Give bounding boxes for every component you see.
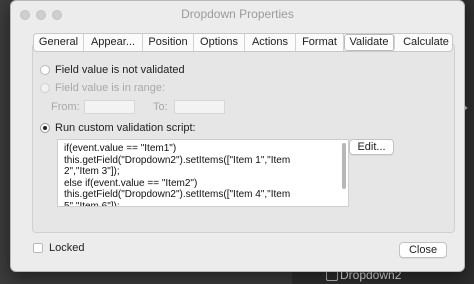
to-label: To: [153,101,168,113]
tab-validate[interactable]: Validate [344,34,395,51]
tab-calculate[interactable]: Calculate [395,34,457,51]
label-in-range: Field value is in range: [55,82,166,94]
radio-in-range[interactable] [40,83,50,93]
label-custom-script: Run custom validation script: [55,122,196,134]
edit-script-button[interactable]: Edit... [349,139,394,155]
locked-checkbox[interactable] [33,243,43,253]
script-scrollbar[interactable] [342,143,346,189]
radio-custom-script[interactable] [40,123,50,133]
tab-general[interactable]: General [34,34,84,51]
to-input[interactable] [174,100,225,114]
from-label: From: [51,101,80,113]
validation-script-box[interactable]: if(event.value == "Item1") this.getField… [57,139,349,207]
radio-not-validated[interactable] [40,65,50,75]
window-title: Dropdown Properties [181,7,294,21]
dropdown-properties-dialog: Dropdown Properties General Appear... Po… [10,0,465,272]
tab-actions[interactable]: Actions [245,34,296,51]
from-input[interactable] [84,100,135,114]
tab-format[interactable]: Format [296,34,344,51]
label-not-validated: Field value is not validated [55,64,185,76]
minimize-window-button[interactable] [36,10,46,20]
tab-options[interactable]: Options [194,34,245,51]
locked-label: Locked [49,242,85,254]
validation-script-text: if(event.value == "Item1") this.getField… [64,143,291,207]
tab-appearance[interactable]: Appear... [84,34,143,51]
tab-bar: General Appear... Position Options Actio… [33,33,453,52]
zoom-window-button[interactable] [52,10,62,20]
close-button[interactable]: Close [399,242,447,258]
tab-position[interactable]: Position [143,34,194,51]
close-window-button[interactable] [20,10,30,20]
